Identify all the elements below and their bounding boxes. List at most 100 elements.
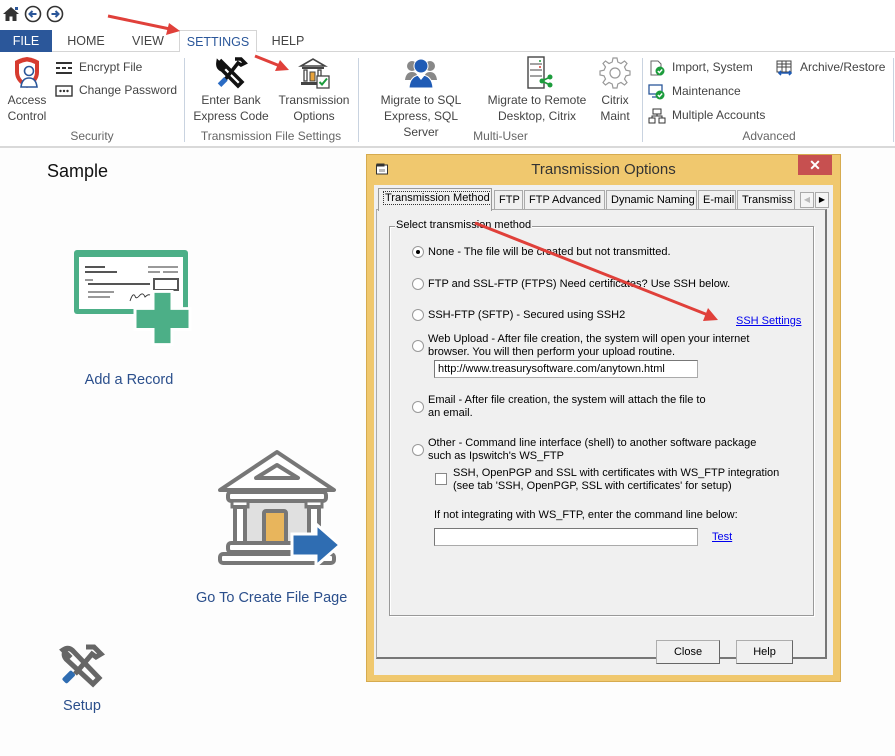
encrypt-file-label: Encrypt File [79,60,143,74]
add-record-label: Add a Record [84,372,174,388]
option-web-upload-line1: Web Upload - After file creation, the sy… [428,333,750,345]
migrate-remote-desktop-button[interactable]: Migrate to Remote Desktop, Citrix [483,56,591,124]
radio-sftp[interactable] [412,309,424,321]
tab-ftp-advanced[interactable]: FTP Advanced [524,190,605,210]
ribbon: Access Control Encrypt File Change Passw… [0,52,895,148]
command-line-input[interactable] [434,528,698,546]
users-icon [405,58,437,89]
group-label-multi-user: Multi-User [473,129,528,143]
quick-access-toolbar [0,0,895,30]
maintenance-button[interactable]: Maintenance [648,81,741,101]
tab-transmission-more[interactable]: Transmiss [737,190,795,210]
test-link[interactable]: Test [712,531,732,543]
ws-ftp-integration-line2: (see tab 'SSH, OpenPGP, SSL with certifi… [453,480,732,492]
tab-transmission-method[interactable]: Transmission Method [378,188,492,211]
import-system-label: Import, System [672,60,753,74]
access-control-label-2: Control [7,109,47,123]
password-icon [55,85,73,97]
migrate-sql-button[interactable]: Migrate to SQL Express, SQL Server [365,56,477,140]
ws-ftp-integration-checkbox[interactable] [435,473,447,485]
monitor-check-icon [648,84,665,100]
back-arrow-icon[interactable] [24,5,42,23]
enter-bank-label-2: Express Code [193,109,269,123]
ribbon-group-security: Access Control Encrypt File Change Passw… [0,52,184,146]
tab-settings[interactable]: SETTINGS [179,30,257,53]
shield-user-icon [15,57,39,88]
access-control-button[interactable]: Access Control [4,56,50,124]
ribbon-separator [893,58,894,142]
tab-help[interactable]: HELP [262,30,314,52]
tab-scroll-right-button[interactable]: ▶ [815,192,829,208]
tools-icon [216,57,248,89]
radio-ftp[interactable] [412,278,424,290]
tab-panel-transmission-method: Select transmission method None - The fi… [376,209,827,659]
citrix-maint-label-2: Maint [600,109,630,123]
home-icon[interactable] [2,5,20,23]
radio-web-upload[interactable] [412,340,424,352]
ribbon-group-transmission: Enter Bank Express Code Transmission Opt… [185,52,357,146]
tab-home[interactable]: HOME [60,30,112,52]
forward-arrow-icon[interactable] [46,5,64,23]
archive-restore-button[interactable]: Archive/Restore [776,57,885,77]
tab-scroll-left-button[interactable]: ◀ [800,192,814,208]
option-web-upload-line2: browser. You will then perform your uplo… [428,346,676,358]
tab-view[interactable]: VIEW [122,30,174,52]
citrix-maint-button[interactable]: Citrix Maint [595,56,635,124]
migrate-remote-label-1: Migrate to Remote [487,93,587,107]
group-label-security: Security [70,129,114,143]
radio-other[interactable] [412,444,424,456]
option-email-line2: an email. [428,407,473,419]
server-share-icon [527,56,553,89]
tab-file[interactable]: FILE [0,30,52,52]
add-record-tile[interactable]: Add a Record [64,248,194,388]
group-legend: Select transmission method [395,219,533,231]
tab-scroll-arrows: ◀ ▶ [800,192,829,208]
option-other-line1: Other - Command line interface (shell) t… [428,437,757,449]
multiple-accounts-button[interactable]: Multiple Accounts [648,105,765,125]
ws-ftp-integration-line1: SSH, OpenPGP and SSL with certificates w… [453,467,780,479]
import-system-button[interactable]: Import, System [648,57,753,77]
ribbon-tabs: FILE HOME VIEW SETTINGS HELP [0,30,895,53]
enter-bank-label-1: Enter Bank [201,93,261,107]
check-add-icon [74,250,192,347]
multiple-accounts-label: Multiple Accounts [672,108,766,122]
radio-email[interactable] [412,401,424,413]
maintenance-label: Maintenance [672,84,741,98]
migrate-sql-label-1: Migrate to SQL [380,93,462,107]
setup-label: Setup [63,698,101,714]
change-password-label: Change Password [79,83,178,97]
ssh-settings-link[interactable]: SSH Settings [736,315,801,327]
web-upload-url-input[interactable] [434,360,698,378]
import-doc-check-icon [650,60,665,76]
dialog-body: Transmission Method FTP FTP Advanced Dyn… [374,185,833,675]
dialog-title-bar[interactable]: Transmission Options ✕ [367,155,840,185]
command-line-label: If not integrating with WS_FTP, enter th… [434,509,738,521]
option-sftp-label: SSH-FTP (SFTP) - Secured using SSH2 [428,309,626,321]
change-password-button[interactable]: Change Password [55,80,177,100]
radio-none[interactable] [412,246,424,258]
transmission-options-dialog: Transmission Options ✕ Transmission Meth… [366,154,841,682]
encrypt-file-button[interactable]: Encrypt File [55,57,142,77]
encrypt-icon [56,61,72,74]
access-control-label-1: Access [7,93,47,107]
tab-ftp[interactable]: FTP [494,190,523,210]
group-label-transmission: Transmission File Settings [200,129,342,143]
create-file-tile[interactable]: Go To Create File Page [196,448,360,606]
create-file-label: Go To Create File Page [196,590,348,606]
close-button[interactable]: Close [656,640,720,664]
archive-table-icon [776,60,793,76]
page-title: Sample [47,161,109,181]
option-none-label: None - The file will be created but not … [428,246,671,258]
group-label-advanced: Advanced [742,129,796,143]
tab-dynamic-naming[interactable]: Dynamic Naming [606,190,697,210]
tab-email[interactable]: E-mail [698,190,736,210]
option-email-line1: Email - After file creation, the system … [428,394,706,406]
dialog-tabs: Transmission Method FTP FTP Advanced Dyn… [376,188,831,211]
setup-tile[interactable]: Setup [52,644,112,714]
bank-check-icon [298,58,330,89]
help-button[interactable]: Help [736,640,793,664]
transmission-options-button[interactable]: Transmission Options [277,56,351,124]
enter-bank-express-code-button[interactable]: Enter Bank Express Code [190,56,272,124]
transmission-method-group: Select transmission method None - The fi… [389,219,814,616]
dialog-close-button[interactable]: ✕ [798,155,832,175]
